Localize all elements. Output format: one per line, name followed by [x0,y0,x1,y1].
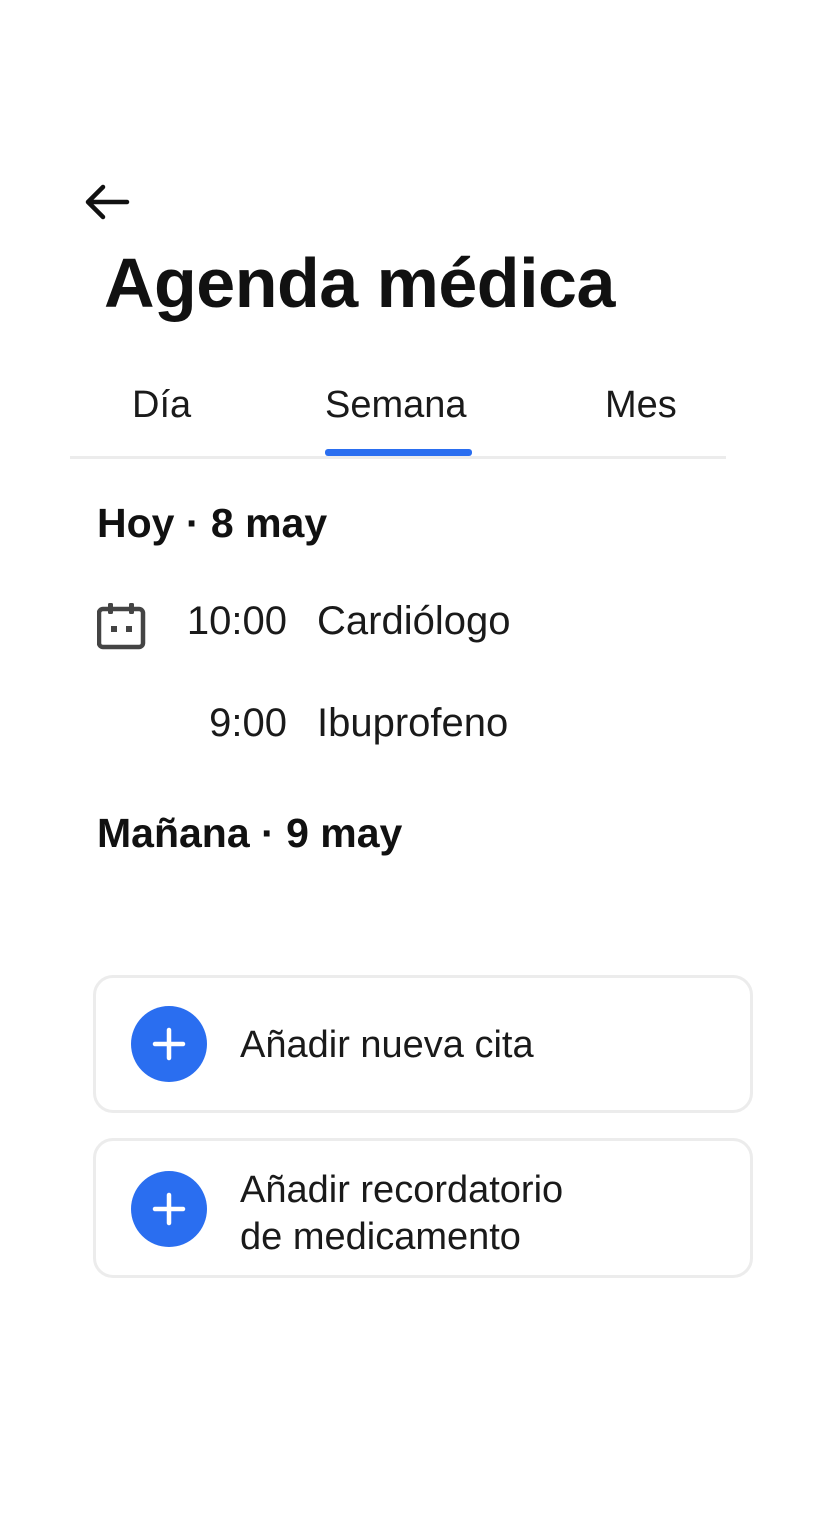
add-appointment-label: Añadir nueva cita [240,1024,534,1066]
event-time: 9:00 [209,701,287,745]
event-time: 10:00 [186,599,287,643]
add-appointment-button[interactable]: Añadir nueva cita [93,975,753,1113]
back-button[interactable] [78,178,134,230]
event-title: Ibuprofeno [317,701,509,745]
active-tab-indicator [325,449,472,456]
arrow-left-icon [81,182,131,227]
plus-icon [131,1171,207,1247]
plus-icon [131,1006,207,1082]
section-heading-tomorrow: Mañana · 9 may [97,810,403,856]
add-medication-reminder-label: Añadir recordatorio de medicamento [240,1169,564,1258]
event-row-cardiologist[interactable]: 10:00 Cardiólogo [96,592,697,652]
view-tabs: Día Semana Mes [70,376,726,459]
section-heading-today: Hoy · 8 may [97,500,328,546]
tab-week[interactable]: Semana [325,384,467,427]
event-title: Cardiólogo [317,599,511,643]
tab-month[interactable]: Mes [605,384,677,427]
page-title: Agenda médica [104,244,615,322]
add-medication-reminder-button[interactable]: Añadir recordatorio de medicamento [93,1138,753,1278]
tab-day[interactable]: Día [132,384,191,427]
event-row-ibuprofen[interactable]: 9:00 Ibuprofeno [97,694,697,754]
